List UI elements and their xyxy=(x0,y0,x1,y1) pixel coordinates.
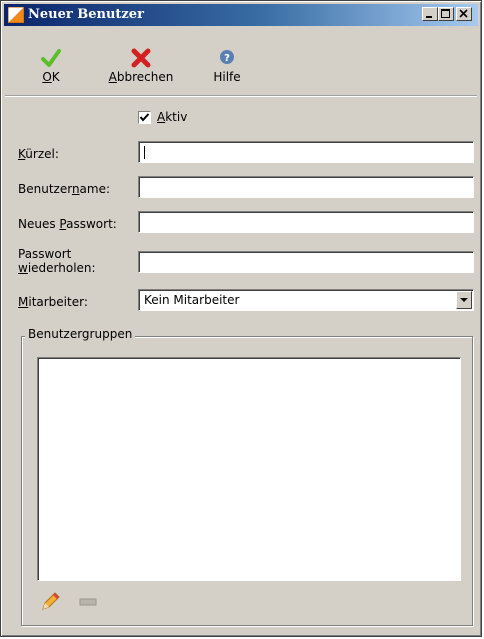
user-groups-title: Benutzergruppen xyxy=(25,327,136,341)
checkmark-icon xyxy=(41,49,61,67)
red-x-icon xyxy=(131,48,151,68)
new-password-label: Neues Passwort: xyxy=(18,217,117,231)
minimize-icon xyxy=(426,16,432,18)
chevron-down-icon xyxy=(460,298,468,302)
toolbar-separator xyxy=(5,95,477,97)
help-button[interactable]: ? Hilfe xyxy=(203,27,251,93)
cancel-button[interactable]: Abbrechen xyxy=(101,27,181,93)
text-caret xyxy=(144,146,145,159)
employee-select[interactable]: Kein Mitarbeiter xyxy=(138,289,474,311)
employee-select-value: Kein Mitarbeiter xyxy=(144,293,240,307)
repeat-password-label: Passwort wiederholen: xyxy=(18,247,96,275)
active-checkbox[interactable] xyxy=(138,111,151,124)
app-icon xyxy=(8,7,24,23)
repeat-password-input[interactable] xyxy=(138,251,474,273)
dropdown-button[interactable] xyxy=(456,291,472,309)
username-input[interactable] xyxy=(138,176,474,198)
minimize-button[interactable] xyxy=(422,7,438,21)
close-button[interactable] xyxy=(456,7,472,21)
question-icon: ? xyxy=(220,50,234,64)
kuerzel-label: Kürzel: xyxy=(18,147,59,161)
cancel-label: Abbrechen xyxy=(108,70,174,84)
svg-text:?: ? xyxy=(224,53,230,64)
title-bar[interactable]: Neuer Benutzer xyxy=(4,4,478,26)
maximize-icon xyxy=(441,9,450,18)
help-label: Hilfe xyxy=(213,70,241,84)
window-title: Neuer Benutzer xyxy=(28,7,144,22)
employee-label: Mitarbeiter: xyxy=(18,295,88,309)
ok-button[interactable]: OK xyxy=(33,27,69,93)
close-icon xyxy=(459,9,468,18)
user-groups-list[interactable] xyxy=(37,357,461,581)
new-password-input[interactable] xyxy=(138,211,474,233)
dialog-window: Neuer Benutzer OK Abbrechen ? Hilfe Akti… xyxy=(0,0,482,637)
toolbar: OK Abbrechen ? Hilfe xyxy=(5,27,477,95)
pencil-icon[interactable] xyxy=(39,591,61,613)
ok-label: OK xyxy=(42,70,60,84)
active-label[interactable]: Aktiv xyxy=(157,110,187,124)
maximize-button[interactable] xyxy=(438,7,454,21)
minus-icon[interactable] xyxy=(79,598,97,606)
username-label: Benutzername: xyxy=(18,182,111,196)
kuerzel-input[interactable] xyxy=(138,141,474,163)
check-icon xyxy=(139,113,150,122)
